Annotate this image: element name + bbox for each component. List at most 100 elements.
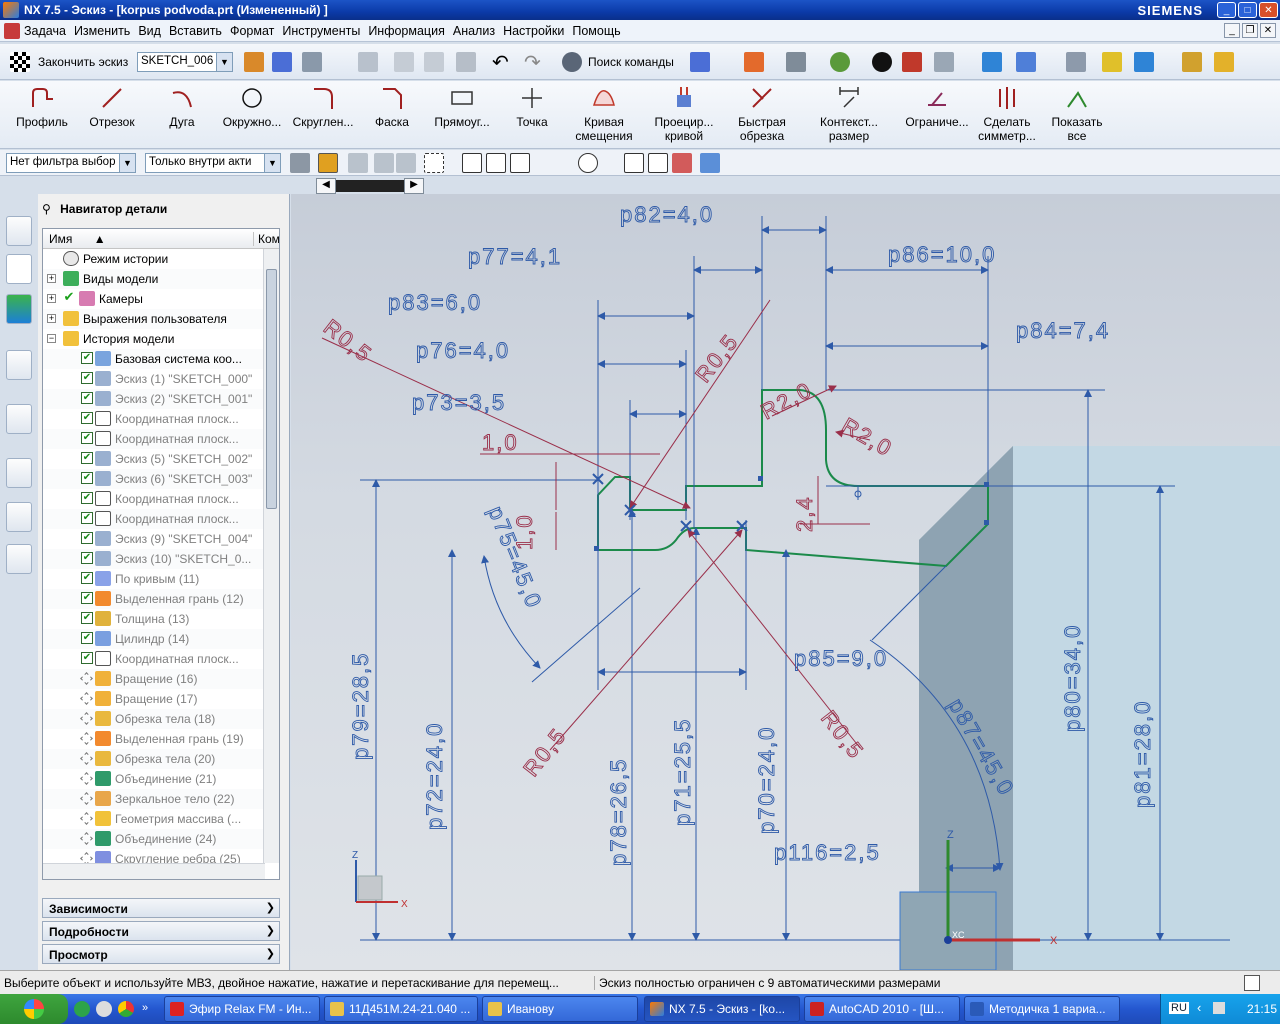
annotation-icon[interactable] [1214, 52, 1234, 72]
suppressed-diamond-icon[interactable] [80, 752, 93, 765]
scroll-right-icon[interactable]: ▶ [404, 178, 424, 194]
project-curve-button[interactable]: Проецир... кривой [648, 81, 720, 149]
suppressed-diamond-icon[interactable] [80, 812, 93, 825]
fit-view-icon[interactable] [744, 52, 764, 72]
constraints-button[interactable]: Ограниче... [900, 81, 974, 149]
tree-row[interactable]: Объединение (24) [43, 829, 279, 849]
undo-icon[interactable]: ↶ [492, 50, 509, 75]
visibility-checkbox[interactable]: ✔ [81, 432, 93, 444]
inferred-dimension-button[interactable]: Контекст... размер [812, 81, 886, 149]
arc-button[interactable]: Дуга [150, 81, 214, 149]
column-name-header[interactable]: Имя ▲ [49, 232, 106, 246]
maximize-button[interactable]: □ [1238, 2, 1257, 18]
background-icon[interactable] [872, 52, 892, 72]
suppressed-diamond-icon[interactable] [80, 792, 93, 805]
tree-row[interactable]: Вращение (16) [43, 669, 279, 689]
quicklaunch-icon[interactable] [74, 1001, 90, 1017]
selection-scope-select[interactable]: Только внутри акти ▼ [145, 153, 281, 173]
visibility-checkbox[interactable]: ✔ [81, 372, 93, 384]
tree-row[interactable]: ✔ Координатная плоск... [43, 429, 279, 449]
snap-on-curve-icon[interactable] [648, 153, 668, 173]
minimize-button[interactable]: _ [1217, 2, 1236, 18]
quicklaunch-icon[interactable] [96, 1001, 112, 1017]
tree-row[interactable]: ✔ Координатная плоск... [43, 649, 279, 669]
part-navigator-icon[interactable] [6, 294, 32, 324]
snap-arc-center-icon[interactable] [556, 153, 576, 173]
select-all-icon[interactable] [396, 153, 416, 173]
snap-control-icon[interactable] [510, 153, 530, 173]
chamfer-button[interactable]: Фаска [360, 81, 424, 149]
menu-help[interactable]: Помощь [572, 24, 628, 38]
dimension-label[interactable]: p81=28,0 [1130, 699, 1156, 808]
tree-row[interactable]: ✔ Координатная плоск... [43, 489, 279, 509]
tree-row[interactable]: Обрезка тела (20) [43, 749, 279, 769]
dimension-label[interactable]: R0,5 [816, 705, 870, 764]
dimension-label[interactable]: p71=25,5 [670, 717, 696, 826]
task-opera[interactable]: Эфир Relax FM - Ин... [164, 996, 320, 1022]
tree-row[interactable]: ✔ Координатная плоск... [43, 409, 279, 429]
menu-analysis[interactable]: Анализ [453, 24, 503, 38]
dimension-label[interactable]: p73=3,5 [412, 390, 506, 416]
menu-edit[interactable]: Изменить [74, 24, 138, 38]
point-button[interactable]: Точка [502, 81, 562, 149]
task-autocad[interactable]: AutoCAD 2010 - [Ш... [804, 996, 960, 1022]
dimension-label[interactable]: R2,0 [837, 412, 898, 462]
circle-button[interactable]: Окружно... [218, 81, 286, 149]
snap-on-surface-icon[interactable] [672, 153, 692, 173]
visibility-checkbox[interactable]: ✔ [81, 592, 93, 604]
tree-row[interactable]: ✔ Цилиндр (14) [43, 629, 279, 649]
snap-point-icon[interactable] [318, 153, 338, 173]
tree-row[interactable]: ✔ Толщина (13) [43, 609, 279, 629]
menu-view[interactable]: Вид [138, 24, 169, 38]
save-icon[interactable] [358, 52, 378, 72]
expand-icon[interactable]: + [47, 314, 56, 323]
sketch-canvas[interactable]: p82=4,0 p77=4,1 p86=10,0 p83=6,0 p84=7,4 p76=… [291, 194, 1280, 970]
tree-row[interactable]: + Выражения пользователя [43, 309, 279, 329]
tree-row[interactable]: ✔ Эскиз (10) "SKETCH_0... [43, 549, 279, 569]
dimension-label[interactable]: p80=34,0 [1060, 623, 1086, 732]
column-comment-header[interactable]: Ком [253, 232, 279, 246]
graphics-window[interactable]: p82=4,0 p77=4,1 p86=10,0 p83=6,0 p84=7,4 p76=… [291, 194, 1280, 970]
tree-row[interactable]: + ✔ Камеры [43, 289, 279, 309]
visibility-checkbox[interactable]: ✔ [81, 572, 93, 584]
selection-icon[interactable] [1134, 52, 1154, 72]
suppressed-diamond-icon[interactable] [80, 772, 93, 785]
dimension-label[interactable]: 1,0 [482, 430, 519, 456]
render-style-icon[interactable] [786, 52, 806, 72]
snap-icon[interactable] [1102, 52, 1122, 72]
tree-row[interactable]: Зеркальное тело (22) [43, 789, 279, 809]
move-object-icon[interactable] [982, 52, 1002, 72]
shading-icon[interactable] [830, 52, 850, 72]
status-toggle-icon[interactable] [1244, 975, 1260, 991]
layers-icon[interactable] [1066, 52, 1086, 72]
visibility-checkbox[interactable]: ✔ [81, 612, 93, 624]
snap-intersection-icon[interactable] [534, 153, 554, 173]
task-folder-ivanov[interactable]: Иванову [482, 996, 638, 1022]
quicklaunch-more-icon[interactable]: » [142, 1002, 148, 1014]
visibility-checkbox[interactable]: ✔ [81, 472, 93, 484]
expand-icon[interactable]: + [47, 294, 56, 303]
dimension-label[interactable]: p76=4,0 [416, 338, 510, 364]
tree-row[interactable]: − История модели [43, 329, 279, 349]
tree-row[interactable]: ✔ Координатная плоск... [43, 509, 279, 529]
visibility-checkbox[interactable]: ✔ [81, 632, 93, 644]
tree-row[interactable]: ✔ Эскиз (1) "SKETCH_000" [43, 369, 279, 389]
snap-existing-icon[interactable] [624, 153, 644, 173]
visibility-checkbox[interactable]: ✔ [63, 290, 75, 304]
start-button[interactable] [0, 994, 68, 1024]
sketch-name-select[interactable]: SKETCH_006 ▼ [137, 52, 233, 72]
finish-sketch-flag-icon[interactable] [10, 52, 30, 72]
finish-sketch-button[interactable]: Закончить эскиз [38, 55, 128, 69]
system-scenes-icon[interactable] [6, 544, 32, 574]
wcs-icon[interactable] [934, 52, 954, 72]
binoculars-icon[interactable] [562, 52, 582, 72]
dimension-label[interactable]: p78=26,5 [606, 757, 632, 866]
dependencies-panel[interactable]: Зависимости ❯ [42, 898, 280, 918]
reset-filter-icon[interactable] [348, 153, 368, 173]
offset-curve-button[interactable]: Кривая смещения [566, 81, 642, 149]
collapse-icon[interactable]: − [47, 334, 56, 343]
tree-row[interactable]: ✔ Эскиз (9) "SKETCH_004" [43, 529, 279, 549]
expand-icon[interactable]: + [47, 274, 56, 283]
show-hide-icon[interactable] [902, 52, 922, 72]
roles-icon[interactable] [6, 502, 32, 532]
